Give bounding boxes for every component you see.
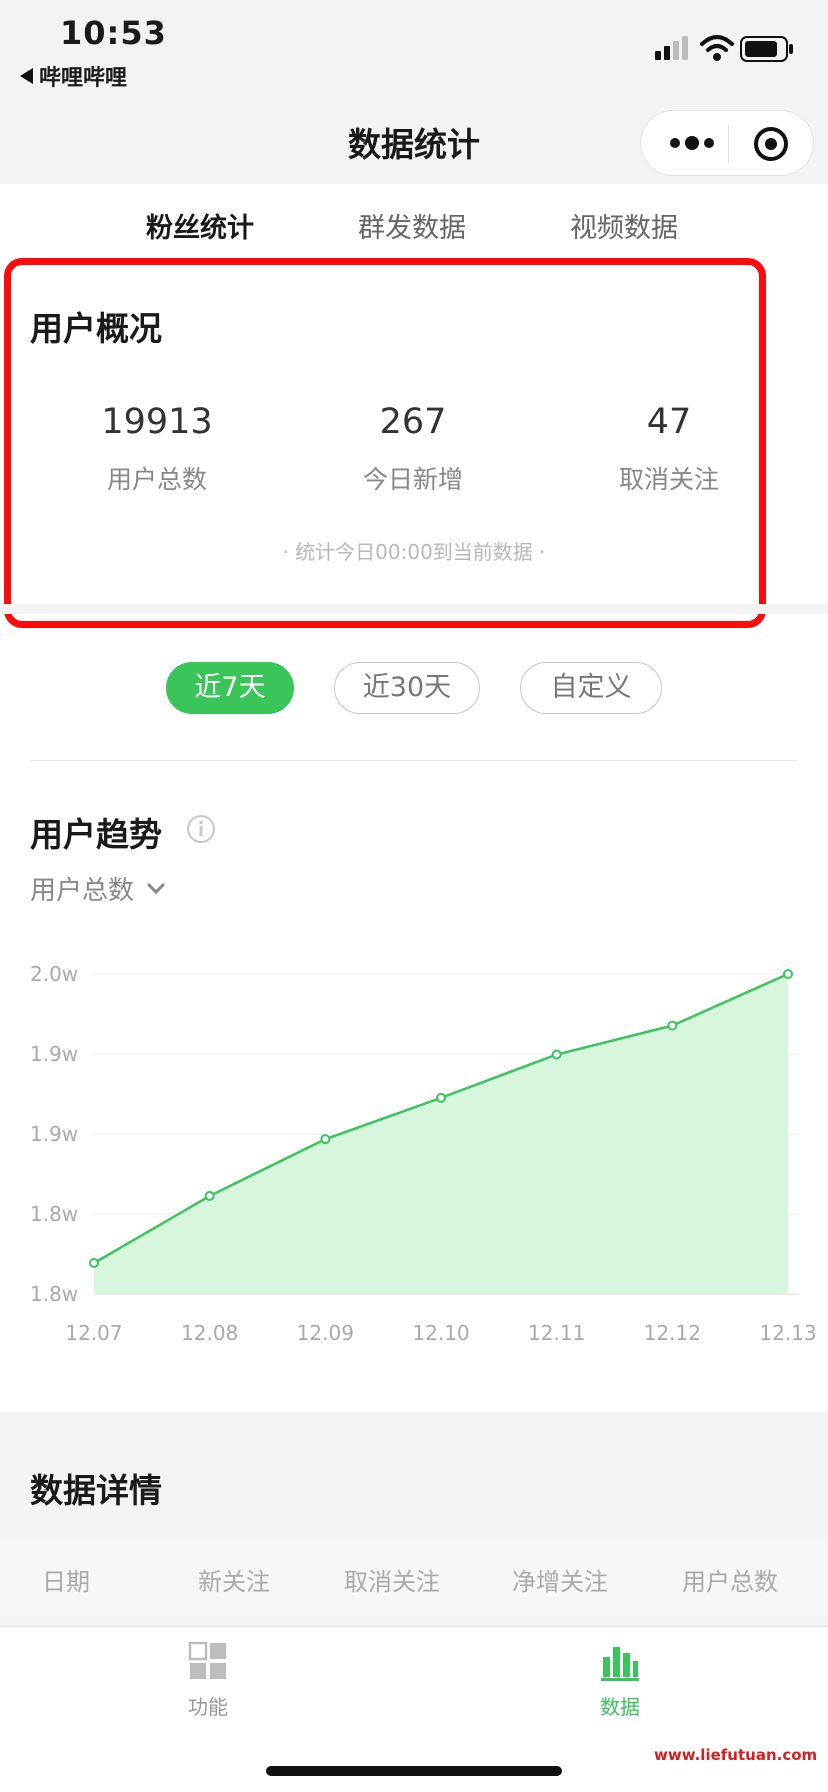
range-7-days-button[interactable]: 近7天 xyxy=(166,662,294,714)
back-to-app-button[interactable]: 哔哩哔哩 xyxy=(20,60,127,92)
tab-video-data[interactable]: 视频数据 xyxy=(570,206,678,245)
tab-fans-stats[interactable]: 粉丝统计 xyxy=(146,206,254,245)
capsule-divider xyxy=(728,125,729,163)
data-point xyxy=(551,1049,562,1060)
battery-icon xyxy=(740,36,793,62)
cellular-signal-icon xyxy=(655,36,688,60)
tab-mass-send-data[interactable]: 群发数据 xyxy=(358,206,466,245)
column-net-follow: 净增关注 xyxy=(512,1568,608,1596)
x-tick-label: 12.10 xyxy=(412,1321,469,1345)
watermark: www.liefutuan.com xyxy=(654,1746,818,1764)
range-custom-button[interactable]: 自定义 xyxy=(520,662,662,714)
home-indicator[interactable] xyxy=(266,1766,562,1776)
status-time: 10:53 xyxy=(60,14,167,52)
tabbar-item-data[interactable]: 数据 xyxy=(560,1641,680,1720)
tabbar-label: 功能 xyxy=(188,1695,228,1719)
miniprogram-capsule xyxy=(640,110,814,176)
data-point xyxy=(204,1190,215,1201)
highlight-box xyxy=(4,258,766,628)
back-triangle-icon xyxy=(20,68,33,84)
column-total-users: 用户总数 xyxy=(682,1568,778,1596)
bar-chart-icon xyxy=(601,1647,639,1681)
details-title: 数据详情 xyxy=(30,1471,162,1510)
x-tick-label: 12.09 xyxy=(297,1321,354,1345)
metric-dropdown[interactable]: 用户总数 xyxy=(30,870,166,907)
metric-selected-label: 用户总数 xyxy=(30,876,135,906)
status-bar: 10:53 哔哩哔哩 xyxy=(0,0,828,100)
x-tick-label: 12.08 xyxy=(181,1321,238,1345)
back-app-label: 哔哩哔哩 xyxy=(39,66,128,91)
grid-icon xyxy=(188,1641,226,1679)
x-tick-label: 12.13 xyxy=(759,1321,816,1345)
user-trend-chart: 2.0w 1.9w 1.9w 1.8w 1.8w 12.07 12.08 12.09 12.10… xyxy=(30,962,817,1345)
range-30-days-button[interactable]: 近30天 xyxy=(334,662,480,714)
y-tick-label: 2.0w xyxy=(30,962,78,986)
tabbar-label: 数据 xyxy=(600,1695,640,1719)
x-tick-label: 12.07 xyxy=(65,1321,122,1345)
wifi-icon xyxy=(700,35,734,61)
more-dots-icon[interactable] xyxy=(667,131,717,155)
column-new-follow: 新关注 xyxy=(198,1568,270,1596)
info-icon[interactable] xyxy=(186,814,216,844)
trend-title: 用户趋势 xyxy=(30,815,162,854)
y-tick-label: 1.8w xyxy=(30,1202,78,1226)
data-point xyxy=(89,1258,99,1269)
data-point xyxy=(436,1092,446,1103)
x-tick-label: 12.11 xyxy=(528,1321,585,1345)
details-table-header: 日期 新关注 取消关注 净增关注 用户总数 xyxy=(0,1540,828,1616)
data-point xyxy=(320,1134,331,1145)
top-tabs: 粉丝统计 群发数据 视频数据 xyxy=(0,184,828,264)
data-point xyxy=(667,1020,678,1031)
y-tick-label: 1.8w xyxy=(30,1282,78,1306)
divider-line xyxy=(30,760,798,761)
y-tick-label: 1.9w xyxy=(30,1042,78,1066)
y-tick-label: 1.9w xyxy=(30,1122,78,1146)
column-unfollow: 取消关注 xyxy=(344,1568,440,1596)
chevron-down-icon xyxy=(147,883,165,894)
close-target-icon[interactable] xyxy=(753,126,789,162)
section-gap xyxy=(0,1412,828,1424)
tabbar-item-features[interactable]: 功能 xyxy=(148,1641,268,1720)
column-date: 日期 xyxy=(42,1568,90,1596)
data-point xyxy=(783,969,793,979)
x-tick-label: 12.12 xyxy=(644,1321,701,1345)
section-gap xyxy=(0,604,828,614)
